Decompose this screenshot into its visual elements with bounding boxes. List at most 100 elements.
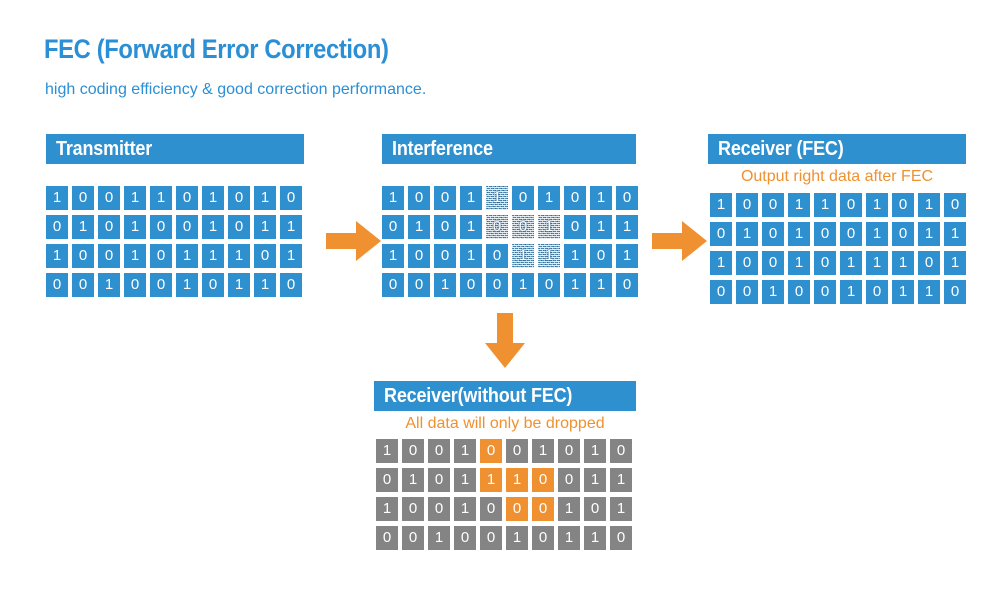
bit-cell: 0	[454, 526, 476, 550]
bit-cell: 0	[506, 439, 528, 463]
bit-cell-flipped: 1	[480, 468, 502, 492]
bit-cell: 0	[736, 251, 758, 275]
bit-cell: 0	[72, 186, 94, 210]
bit-cell: 0	[202, 273, 224, 297]
bit-cell: 0	[280, 273, 302, 297]
bit-cell: 0	[228, 215, 250, 239]
arrow-right-icon-transmitter-to-interference	[326, 221, 381, 261]
bit-cell: 1	[176, 244, 198, 268]
bit-grid-transmitter: 1001101010010100101110010111010010010110	[46, 186, 304, 302]
bit-cell: 1	[558, 526, 580, 550]
bit-cell: 1	[918, 222, 940, 246]
bit-cell: 1	[228, 273, 250, 297]
diagram-canvas: FEC (Forward Error Correction) high codi…	[0, 0, 1008, 601]
bit-cell: 1	[98, 273, 120, 297]
bit-cell: 0	[616, 186, 638, 210]
bit-cell: 0	[892, 222, 914, 246]
bit-cell: 0	[610, 439, 632, 463]
panel-receiver-fec-header: Receiver (FEC)	[708, 134, 966, 164]
bit-cell-corrupted: 1	[538, 244, 560, 268]
bit-cell-flipped: 1	[506, 468, 528, 492]
bit-cell: 0	[590, 244, 612, 268]
bit-cell: 1	[512, 273, 534, 297]
bit-cell: 0	[280, 186, 302, 210]
bit-cell-flipped: 0	[532, 497, 554, 521]
panel-transmitter-header-label: Transmitter	[56, 138, 153, 160]
bit-cell: 0	[610, 526, 632, 550]
bit-cell: 0	[402, 526, 424, 550]
panel-receiver-fec-header-label: Receiver (FEC)	[718, 138, 844, 160]
bit-cell: 1	[918, 280, 940, 304]
bit-row: 1001101010	[710, 193, 966, 222]
bit-cell: 0	[72, 273, 94, 297]
bit-cell: 1	[918, 193, 940, 217]
bit-cell: 1	[460, 244, 482, 268]
panel-receiver-without-fec: Receiver(without FEC) All data will only…	[374, 381, 636, 555]
panel-transmitter: Transmitter 1001101010010100101110010111…	[46, 134, 304, 302]
bit-cell: 0	[428, 439, 450, 463]
arrow-right-icon-interference-to-receiver-fec	[652, 221, 707, 261]
bit-cell: 1	[892, 251, 914, 275]
bit-cell: 0	[46, 273, 68, 297]
bit-cell-corrupted: 1	[486, 186, 508, 210]
bit-cell: 1	[564, 244, 586, 268]
bit-cell: 1	[616, 215, 638, 239]
bit-row: 0010010110	[46, 273, 304, 302]
bit-cell: 1	[46, 186, 68, 210]
bit-cell: 0	[616, 273, 638, 297]
bit-cell: 0	[564, 215, 586, 239]
bit-cell: 0	[480, 497, 502, 521]
bit-cell: 0	[408, 244, 430, 268]
bit-cell: 0	[150, 244, 172, 268]
bit-cell: 0	[402, 497, 424, 521]
bit-cell: 1	[382, 244, 404, 268]
bit-row: 0101001011	[46, 215, 304, 244]
bit-cell: 1	[538, 186, 560, 210]
bit-cell: 1	[788, 251, 810, 275]
bit-row: 0101001011	[710, 222, 966, 251]
bit-cell: 1	[814, 193, 836, 217]
bit-cell: 1	[584, 526, 606, 550]
panel-interference: Interference 100110101001010010111001011…	[382, 134, 638, 302]
bit-cell: 0	[376, 526, 398, 550]
bit-cell-flipped: 0	[506, 497, 528, 521]
bit-cell: 0	[46, 215, 68, 239]
bit-row: 0010010110	[382, 273, 638, 302]
bit-cell: 0	[72, 244, 94, 268]
bit-row: 1001011101	[46, 244, 304, 273]
bit-cell: 1	[454, 439, 476, 463]
bit-cell: 1	[46, 244, 68, 268]
bit-cell: 0	[918, 251, 940, 275]
bit-cell: 1	[584, 468, 606, 492]
bit-cell: 0	[150, 273, 172, 297]
bit-cell: 1	[460, 186, 482, 210]
bit-cell: 1	[558, 497, 580, 521]
bit-cell: 1	[202, 244, 224, 268]
bit-cell: 0	[710, 222, 732, 246]
bit-cell-corrupted: 0	[512, 215, 534, 239]
bit-cell: 1	[610, 497, 632, 521]
bit-cell: 1	[866, 251, 888, 275]
bit-cell: 0	[408, 273, 430, 297]
bit-cell: 0	[428, 468, 450, 492]
bit-cell: 0	[434, 186, 456, 210]
bit-cell: 0	[486, 244, 508, 268]
bit-cell: 1	[584, 439, 606, 463]
bit-row: 1001101010	[382, 186, 638, 215]
bit-cell: 1	[402, 468, 424, 492]
bit-cell: 1	[590, 186, 612, 210]
page-title: FEC (Forward Error Correction)	[44, 34, 389, 64]
bit-cell: 0	[150, 215, 172, 239]
bit-cell: 1	[202, 186, 224, 210]
panel-receiver-fec: Receiver (FEC) Output right data after F…	[708, 134, 966, 309]
bit-cell: 1	[280, 215, 302, 239]
arrow-down-icon-interference-to-receiver-without-fec	[485, 313, 525, 368]
bit-cell: 1	[866, 193, 888, 217]
bit-cell: 0	[564, 186, 586, 210]
bit-cell: 1	[892, 280, 914, 304]
bit-row: 1001011101	[710, 251, 966, 280]
bit-row: 1001011101	[382, 244, 638, 273]
panel-transmitter-header: Transmitter	[46, 134, 304, 164]
bit-cell: 1	[532, 439, 554, 463]
bit-cell: 0	[736, 193, 758, 217]
